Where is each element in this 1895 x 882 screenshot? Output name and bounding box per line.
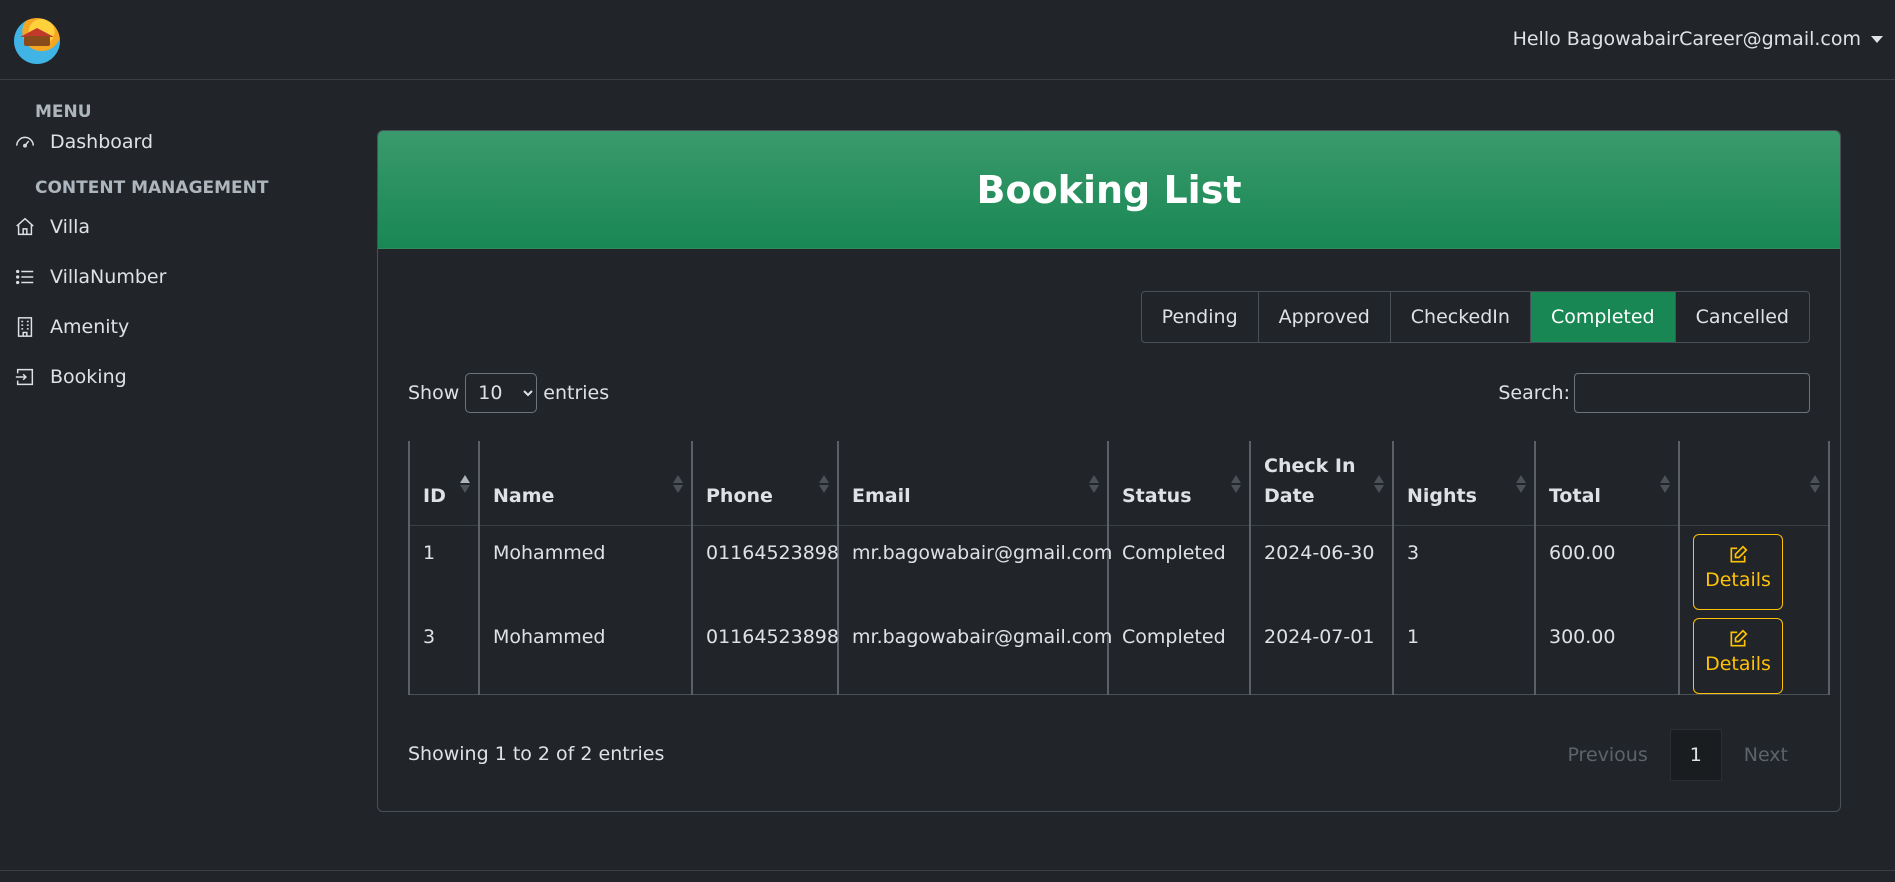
sidebar-item-villa[interactable]: Villa bbox=[0, 202, 330, 252]
bookings-table: ID Name Phone Email Status Check In Date… bbox=[408, 441, 1830, 695]
sort-icon bbox=[1374, 475, 1384, 493]
content-section-title: CONTENT MANAGEMENT bbox=[35, 178, 269, 198]
cell-name: Mohammed bbox=[478, 610, 692, 695]
user-dropdown[interactable]: Hello BagowabairCareer@gmail.com bbox=[1513, 28, 1883, 50]
top-navbar: Hello BagowabairCareer@gmail.com bbox=[0, 0, 1895, 80]
sort-icon bbox=[1810, 475, 1820, 493]
cell-phone: 01164523898 bbox=[691, 525, 839, 610]
sidebar-item-label: VillaNumber bbox=[50, 266, 167, 288]
entries-select[interactable]: 10 bbox=[465, 373, 538, 413]
pagination: Previous 1 Next bbox=[1545, 729, 1810, 781]
sort-icon bbox=[819, 475, 829, 493]
pencil-square-icon bbox=[1730, 629, 1748, 647]
sidebar-item-dashboard[interactable]: Dashboard bbox=[0, 122, 330, 162]
status-filter-group: Pending Approved CheckedIn Completed Can… bbox=[1140, 291, 1810, 343]
cell-status: Completed bbox=[1107, 610, 1250, 695]
page-1-button[interactable]: 1 bbox=[1669, 729, 1722, 781]
sort-icon bbox=[673, 475, 683, 493]
cell-status: Completed bbox=[1107, 525, 1250, 610]
sort-icon bbox=[1231, 475, 1241, 493]
cell-total: 300.00 bbox=[1534, 610, 1679, 695]
cell-id: 1 bbox=[408, 525, 479, 610]
search-control: Search: bbox=[1498, 373, 1810, 413]
cell-phone: 01164523898 bbox=[691, 610, 839, 695]
details-button-label: Details bbox=[1705, 653, 1771, 675]
speedometer-icon bbox=[16, 136, 34, 148]
sidebar-item-label: Amenity bbox=[50, 316, 130, 338]
search-label: Search: bbox=[1498, 382, 1570, 404]
column-header-id[interactable]: ID bbox=[408, 441, 479, 526]
sidebar-item-amenity[interactable]: Amenity bbox=[0, 302, 330, 352]
user-greeting: Hello BagowabairCareer@gmail.com bbox=[1512, 28, 1861, 50]
column-header-phone[interactable]: Phone bbox=[691, 441, 838, 526]
cell-id: 3 bbox=[408, 610, 479, 695]
table-info: Showing 1 to 2 of 2 entries bbox=[408, 743, 665, 765]
entries-label: entries bbox=[543, 382, 610, 404]
column-header-nights[interactable]: Nights bbox=[1392, 441, 1535, 526]
filter-completed[interactable]: Completed bbox=[1529, 292, 1675, 342]
details-button[interactable]: Details bbox=[1693, 534, 1783, 610]
column-header-email[interactable]: Email bbox=[837, 441, 1108, 526]
next-page-button[interactable]: Next bbox=[1722, 744, 1810, 766]
sort-icon bbox=[1089, 475, 1099, 493]
sidebar-item-label: Booking bbox=[50, 366, 127, 388]
cell-check-in: 2024-07-01 bbox=[1249, 610, 1393, 695]
table-header-row: ID Name Phone Email Status Check In Date… bbox=[408, 441, 1830, 526]
sidebar: MENU Dashboard CONTENT MANAGEMENT Villa … bbox=[0, 80, 330, 402]
cell-nights: 3 bbox=[1392, 525, 1535, 610]
filter-pending[interactable]: Pending bbox=[1142, 292, 1258, 342]
cell-email: mr.bagowabair@gmail.com bbox=[837, 525, 1112, 610]
box-arrow-in-icon bbox=[15, 368, 34, 386]
footer-divider bbox=[0, 870, 1895, 871]
building-icon bbox=[17, 317, 33, 337]
sidebar-item-villanumber[interactable]: VillaNumber bbox=[0, 252, 330, 302]
sidebar-item-booking[interactable]: Booking bbox=[0, 352, 330, 402]
column-header-name[interactable]: Name bbox=[478, 441, 692, 526]
sidebar-item-label: Dashboard bbox=[50, 131, 154, 153]
booking-list-card: Booking List Pending Approved CheckedIn … bbox=[377, 130, 1841, 812]
column-header-check-in-date[interactable]: Check In Date bbox=[1249, 441, 1393, 526]
pencil-square-icon bbox=[1730, 545, 1748, 563]
page-title: Booking List bbox=[976, 167, 1242, 212]
cell-check-in: 2024-06-30 bbox=[1249, 525, 1393, 610]
sort-icon bbox=[1516, 475, 1526, 493]
list-icon bbox=[16, 269, 34, 285]
column-header-total[interactable]: Total bbox=[1534, 441, 1679, 526]
house-icon bbox=[16, 217, 34, 236]
sort-icon bbox=[460, 475, 470, 493]
cell-total: 600.00 bbox=[1534, 525, 1679, 610]
sidebar-item-label: Villa bbox=[50, 216, 91, 238]
column-header-actions[interactable] bbox=[1678, 441, 1830, 526]
cell-nights: 1 bbox=[1392, 610, 1535, 695]
details-button-label: Details bbox=[1705, 569, 1771, 591]
column-header-status[interactable]: Status bbox=[1107, 441, 1250, 526]
filter-checkedin[interactable]: CheckedIn bbox=[1389, 292, 1530, 342]
sort-icon bbox=[1660, 475, 1670, 493]
search-input[interactable] bbox=[1574, 373, 1810, 413]
entries-length-control: Show 10 entries bbox=[408, 373, 609, 413]
table-row: 3 Mohammed 01164523898 mr.bagowabair@gma… bbox=[408, 610, 1830, 695]
details-button[interactable]: Details bbox=[1693, 618, 1783, 694]
cell-email: mr.bagowabair@gmail.com bbox=[837, 610, 1112, 695]
filter-cancelled[interactable]: Cancelled bbox=[1674, 292, 1809, 342]
caret-down-icon bbox=[1871, 36, 1883, 43]
cell-actions: Details bbox=[1678, 610, 1830, 695]
card-header: Booking List bbox=[378, 131, 1840, 249]
filter-approved[interactable]: Approved bbox=[1257, 292, 1390, 342]
previous-page-button[interactable]: Previous bbox=[1545, 744, 1669, 766]
brand-logo[interactable] bbox=[14, 18, 60, 64]
menu-section-title: MENU bbox=[35, 102, 92, 122]
show-label: Show bbox=[408, 382, 460, 404]
table-row: 1 Mohammed 01164523898 mr.bagowabair@gma… bbox=[408, 525, 1830, 610]
cell-actions: Details bbox=[1678, 525, 1830, 610]
cell-name: Mohammed bbox=[478, 525, 692, 610]
